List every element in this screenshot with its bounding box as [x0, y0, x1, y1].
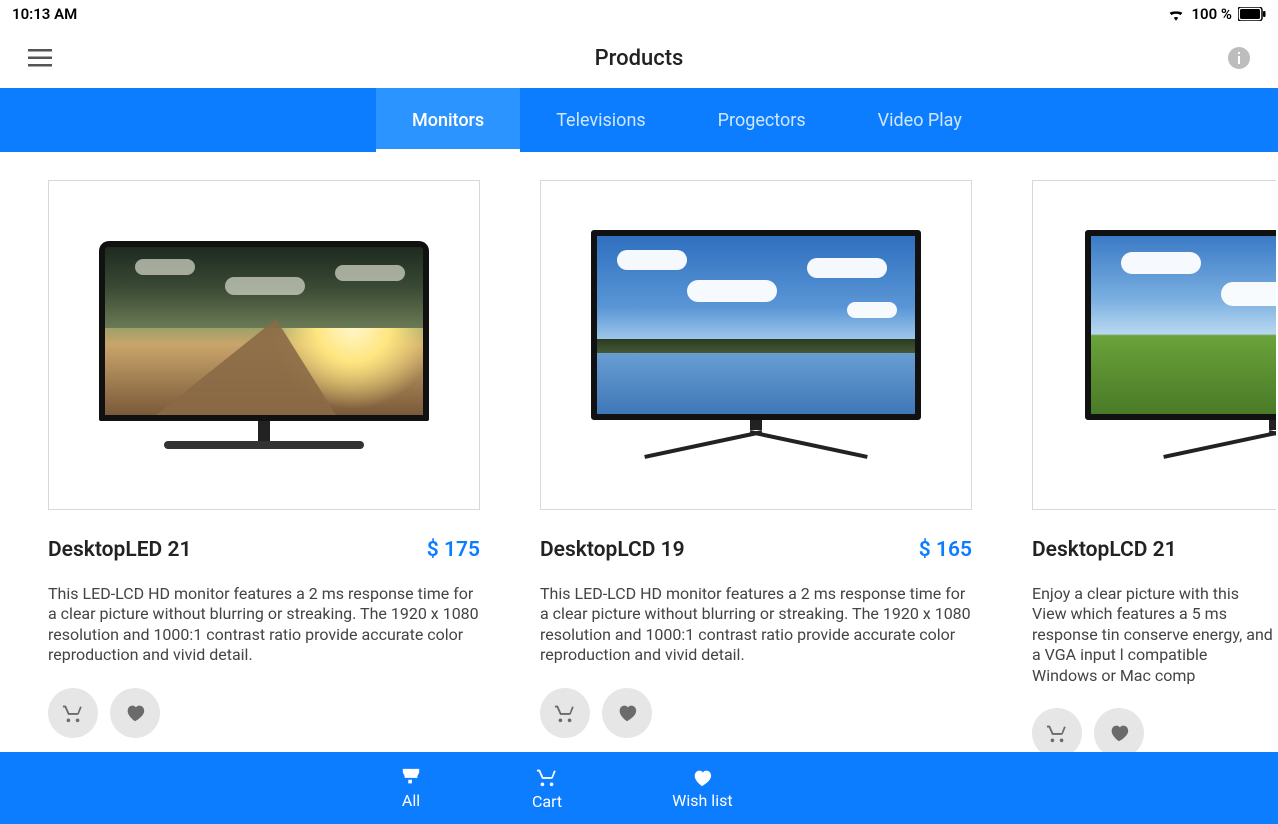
product-card[interactable]: DesktopLED 21 $ 175 This LED-LCD HD moni… — [48, 180, 480, 758]
tab-monitors[interactable]: Monitors — [376, 88, 520, 152]
tab-progectors[interactable]: Progectors — [682, 88, 842, 152]
tab-label: Monitors — [412, 110, 484, 131]
wishlist-button[interactable] — [110, 688, 160, 738]
cart-icon — [62, 702, 84, 724]
product-header: DesktopLCD 19 $ 165 — [540, 538, 972, 562]
status-time: 10:13 AM — [12, 5, 77, 23]
product-name: DesktopLED 21 — [48, 538, 191, 562]
product-price: $ 165 — [919, 538, 972, 562]
product-header: DesktopLCD 21 — [1032, 538, 1276, 562]
nav-all[interactable]: All — [400, 767, 422, 810]
product-image — [48, 180, 480, 510]
wishlist-button[interactable] — [1094, 708, 1144, 758]
wishlist-button[interactable] — [602, 688, 652, 738]
nav-cart[interactable]: Cart — [532, 766, 562, 811]
status-bar: 10:13 AM 100 % — [0, 0, 1278, 28]
tab-label: Televisions — [556, 110, 645, 131]
info-button[interactable] — [1210, 47, 1250, 69]
cart-icon — [1046, 722, 1068, 744]
nav-label: Cart — [532, 792, 562, 811]
product-header: DesktopLED 21 $ 175 — [48, 538, 480, 562]
product-description: This LED-LCD HD monitor features a 2 ms … — [48, 584, 480, 666]
product-actions — [1032, 708, 1276, 758]
tab-video-play[interactable]: Video Play — [842, 88, 998, 152]
add-to-cart-button[interactable] — [1032, 708, 1082, 758]
product-card[interactable]: DesktopLCD 19 $ 165 This LED-LCD HD moni… — [540, 180, 972, 758]
nav-label: Wish list — [672, 791, 732, 810]
product-price: $ 175 — [427, 538, 480, 562]
bottom-nav: All Cart Wish list — [0, 752, 1278, 824]
product-name: DesktopLCD 19 — [540, 538, 685, 562]
heart-icon — [616, 702, 638, 724]
wifi-icon — [1167, 7, 1185, 21]
product-image — [540, 180, 972, 510]
heart-icon — [124, 702, 146, 724]
product-card[interactable]: DesktopLCD 21 Enjoy a clear picture with… — [1032, 180, 1276, 758]
nav-wishlist[interactable]: Wish list — [672, 767, 732, 810]
product-description: Enjoy a clear picture with this View whi… — [1032, 584, 1276, 686]
tab-label: Progectors — [718, 110, 806, 131]
product-image — [1032, 180, 1276, 510]
page-title: Products — [68, 46, 1210, 71]
cart-icon — [554, 702, 576, 724]
add-to-cart-button[interactable] — [540, 688, 590, 738]
product-actions — [540, 688, 972, 738]
tab-label: Video Play — [878, 110, 962, 131]
tab-televisions[interactable]: Televisions — [520, 88, 681, 152]
battery-icon — [1238, 7, 1266, 21]
app-bar: Products — [0, 28, 1278, 88]
product-actions — [48, 688, 480, 738]
nav-label: All — [402, 791, 420, 810]
store-icon — [400, 767, 422, 787]
status-right: 100 % — [1167, 5, 1266, 23]
cart-icon — [536, 766, 558, 788]
status-battery-text: 100 % — [1191, 5, 1232, 23]
menu-button[interactable] — [28, 49, 68, 67]
product-description: This LED-LCD HD monitor features a 2 ms … — [540, 584, 972, 666]
product-name: DesktopLCD 21 — [1032, 538, 1177, 562]
product-list[interactable]: DesktopLED 21 $ 175 This LED-LCD HD moni… — [0, 152, 1278, 758]
heart-icon — [691, 767, 713, 787]
category-tabs: Monitors Televisions Progectors Video Pl… — [0, 88, 1278, 152]
heart-icon — [1108, 722, 1130, 744]
add-to-cart-button[interactable] — [48, 688, 98, 738]
